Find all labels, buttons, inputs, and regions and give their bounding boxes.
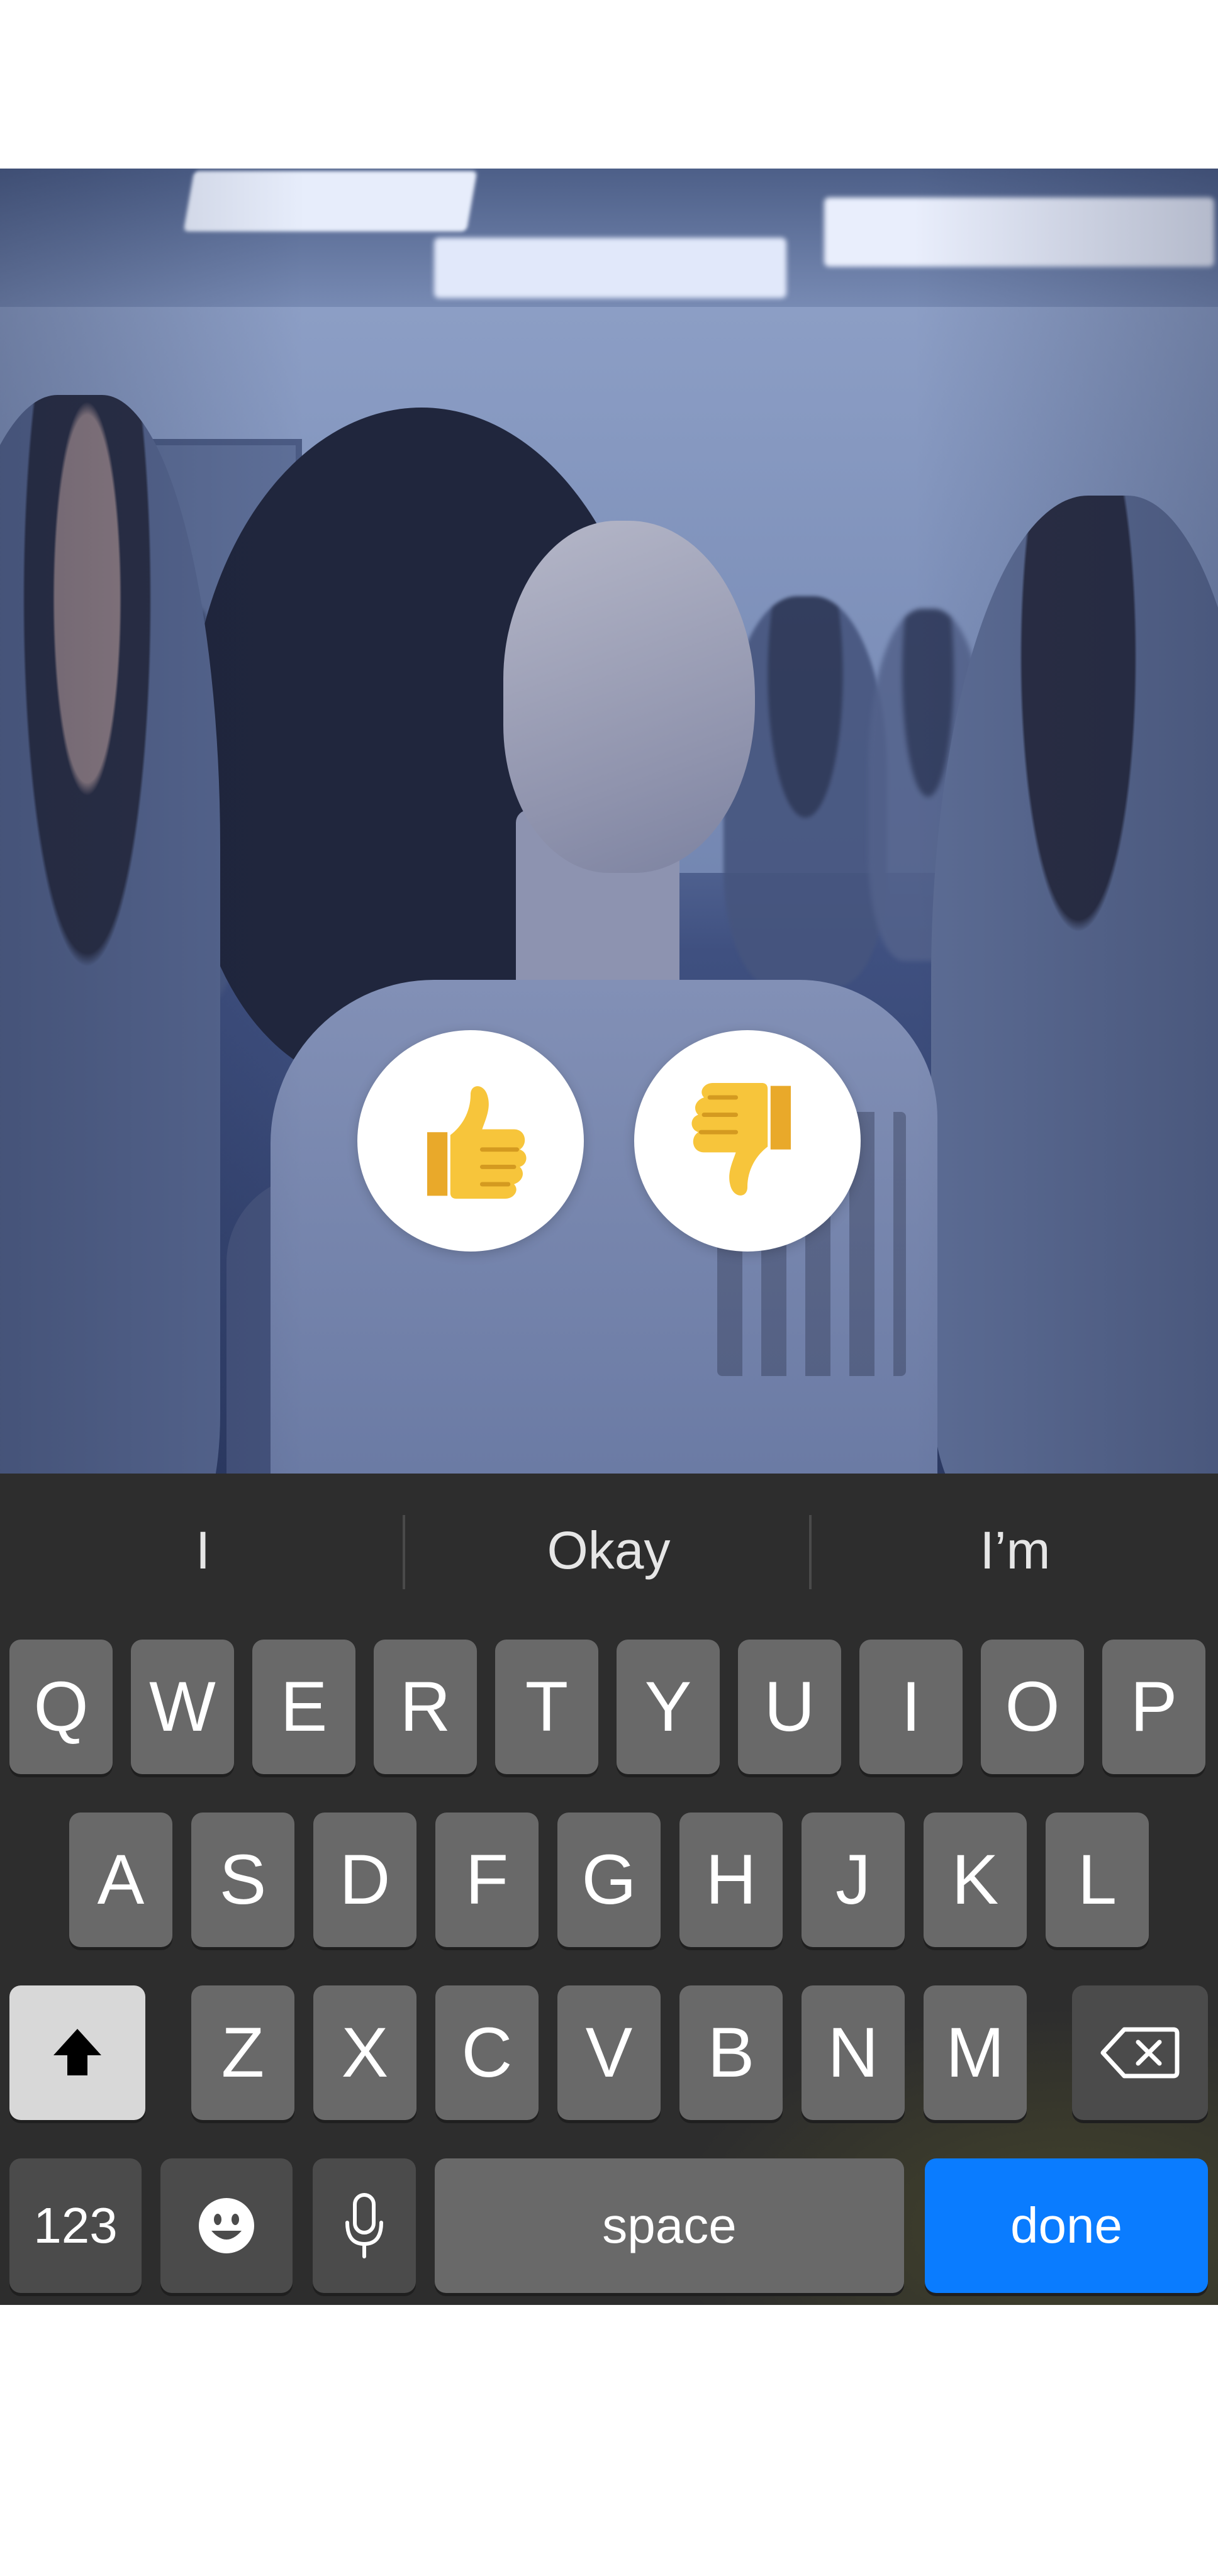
key-j[interactable]: J xyxy=(802,1813,905,1947)
key-b[interactable]: B xyxy=(679,1985,783,2120)
thumbs-down-icon xyxy=(691,1083,791,1196)
key-l[interactable]: L xyxy=(1046,1813,1149,1947)
key-p[interactable]: P xyxy=(1102,1640,1205,1774)
key-q[interactable]: Q xyxy=(9,1640,113,1774)
key-k[interactable]: K xyxy=(924,1813,1027,1947)
emoji-key[interactable] xyxy=(160,2158,293,2293)
thumbs-up-icon xyxy=(427,1086,527,1199)
key-x[interactable]: X xyxy=(313,1985,416,2120)
key-d[interactable]: D xyxy=(313,1813,416,1947)
key-w[interactable]: W xyxy=(131,1640,234,1774)
thumbs-down-button[interactable] xyxy=(634,1030,861,1252)
microphone-icon xyxy=(345,2193,383,2258)
suggestion-divider xyxy=(809,1515,812,1589)
key-y[interactable]: Y xyxy=(617,1640,720,1774)
photo-vignette xyxy=(0,169,1218,1474)
suggestion-1[interactable]: I xyxy=(0,1513,406,1588)
key-r[interactable]: R xyxy=(374,1640,477,1774)
backspace-icon xyxy=(1100,2027,1180,2079)
suggestion-bar: I Okay I’m xyxy=(0,1474,1218,1624)
key-z[interactable]: Z xyxy=(191,1985,294,2120)
screen: I Okay I’m Q W E R T Y U I O P A S D F G… xyxy=(0,0,1218,2576)
key-m[interactable]: M xyxy=(924,1985,1027,2120)
key-a[interactable]: A xyxy=(69,1813,172,1947)
space-key[interactable]: space xyxy=(435,2158,904,2293)
numbers-key[interactable]: 123 xyxy=(9,2158,142,2293)
suggestion-2[interactable]: Okay xyxy=(406,1513,812,1588)
key-f[interactable]: F xyxy=(435,1813,539,1947)
microphone-key[interactable] xyxy=(313,2158,416,2293)
key-g[interactable]: G xyxy=(557,1813,661,1947)
key-e[interactable]: E xyxy=(252,1640,355,1774)
backspace-key[interactable] xyxy=(1072,1985,1208,2120)
key-v[interactable]: V xyxy=(557,1985,661,2120)
done-key[interactable]: done xyxy=(925,2158,1208,2293)
keyboard: I Okay I’m Q W E R T Y U I O P A S D F G… xyxy=(0,1474,1218,2305)
emoji-icon xyxy=(199,2198,254,2253)
key-s[interactable]: S xyxy=(191,1813,294,1947)
key-c[interactable]: C xyxy=(435,1985,539,2120)
shift-key[interactable] xyxy=(9,1985,145,2120)
shift-arrow-icon xyxy=(53,2029,101,2075)
classroom-photo xyxy=(0,169,1218,1474)
key-u[interactable]: U xyxy=(738,1640,841,1774)
key-o[interactable]: O xyxy=(981,1640,1084,1774)
suggestion-divider xyxy=(403,1515,405,1589)
key-i[interactable]: I xyxy=(859,1640,963,1774)
suggestion-3[interactable]: I’m xyxy=(812,1513,1218,1588)
key-t[interactable]: T xyxy=(495,1640,598,1774)
thumbs-up-button[interactable] xyxy=(357,1030,584,1252)
key-h[interactable]: H xyxy=(679,1813,783,1947)
key-n[interactable]: N xyxy=(802,1985,905,2120)
